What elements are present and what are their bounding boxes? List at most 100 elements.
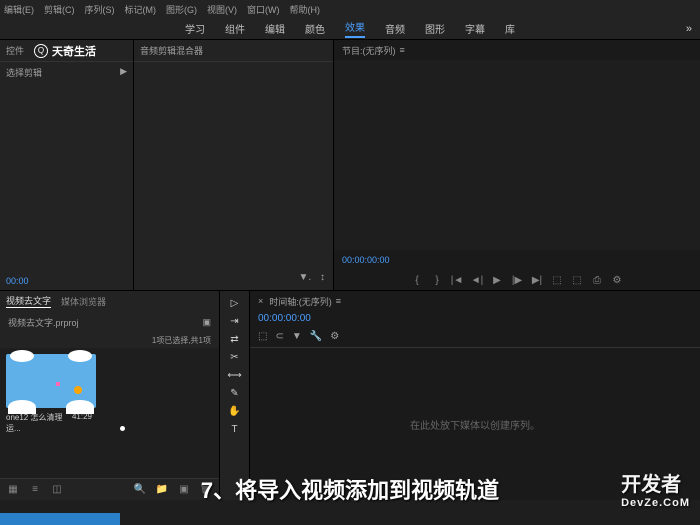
menu-edit[interactable]: 编辑(E) xyxy=(4,3,34,16)
type-tool-icon[interactable]: T xyxy=(225,421,245,437)
menu-graphics[interactable]: 图形(G) xyxy=(166,3,197,16)
tutorial-caption: 7、将导入视频添加到视频轨道 xyxy=(201,473,499,505)
step-back-icon[interactable]: ◄| xyxy=(470,273,484,287)
workspace-color[interactable]: 颜色 xyxy=(305,21,325,36)
marker-icon[interactable]: ▼ xyxy=(292,331,302,342)
lift-icon[interactable]: ⬚ xyxy=(550,273,564,287)
track-select-tool-icon[interactable]: ⇥ xyxy=(225,313,245,329)
transport-controls: { } |◄ ◄| ▶ |▶ ▶| ⬚ ⬚ ⎙ ⚙ xyxy=(334,270,700,290)
step-forward-icon[interactable]: |▶ xyxy=(510,273,524,287)
main-upper-area: 控件 Q 天奇生活 选择剪辑 ▶ 00:00 音频剪辑混合器 ▼. ↕ 节目:(… xyxy=(0,40,700,290)
timeline-placeholder-text: 在此处放下媒体以创建序列。 xyxy=(410,417,540,432)
ripple-tool-icon[interactable]: ⇄ xyxy=(225,331,245,347)
project-filename: 视频去文字.prproj xyxy=(8,316,79,329)
icon-view-icon[interactable]: ▦ xyxy=(6,483,20,497)
folder-icon[interactable]: ▣ xyxy=(202,317,211,328)
effect-controls-header: 控件 Q 天奇生活 xyxy=(0,40,133,62)
freeform-view-icon[interactable]: ◫ xyxy=(50,483,64,497)
workspace-assembly[interactable]: 组件 xyxy=(225,21,245,36)
workspace-effects[interactable]: 效果 xyxy=(345,19,365,38)
linked-selection-icon[interactable]: ⊂ xyxy=(275,331,283,342)
brand-logo: Q 天奇生活 xyxy=(30,41,100,61)
export-frame-icon[interactable]: ⎙ xyxy=(590,273,604,287)
menu-window[interactable]: 窗口(W) xyxy=(247,3,280,16)
search-icon[interactable]: 🔍 xyxy=(133,483,147,497)
workspace-editing[interactable]: 编辑 xyxy=(265,21,285,36)
mark-out-icon[interactable]: } xyxy=(430,273,444,287)
audio-mixer-header[interactable]: 音频剪辑混合器 xyxy=(134,40,333,62)
no-clip-text: 选择剪辑 xyxy=(6,66,42,79)
play-icon[interactable]: ▶ xyxy=(490,273,504,287)
project-footer-icons: ▦ ≡ ◫ 🔍 📁 ▣ 🗑 xyxy=(0,478,219,500)
menu-view[interactable]: 视图(V) xyxy=(207,3,237,16)
menu-help[interactable]: 帮助(H) xyxy=(290,3,321,16)
timeline-menu-icon[interactable]: ≡ xyxy=(336,296,341,306)
menu-clip[interactable]: 剪辑(C) xyxy=(44,3,75,16)
sort-icon[interactable]: ↕ xyxy=(320,272,325,283)
no-clip-row: 选择剪辑 ▶ xyxy=(0,62,133,83)
selection-info: 1项已选择,共1项 xyxy=(0,333,219,348)
project-tabs: 视频去文字 媒体浏览器 xyxy=(0,291,219,311)
program-timecode: 00:00:00:00 xyxy=(342,255,390,265)
clip-name: one12 怎么清理运... xyxy=(6,412,72,434)
menu-sequence[interactable]: 序列(S) xyxy=(85,3,115,16)
play-icon[interactable]: ▶ xyxy=(120,66,127,79)
hand-tool-icon[interactable]: ✋ xyxy=(225,403,245,419)
workspace-bar: 学习 组件 编辑 颜色 效果 音频 图形 字幕 库 » xyxy=(0,18,700,40)
project-bin[interactable]: one12 怎么清理运... 41:29 xyxy=(0,348,219,478)
main-lower-area: 视频去文字 媒体浏览器 视频去文字.prproj ▣ 1项已选择,共1项 one… xyxy=(0,290,700,500)
go-to-out-icon[interactable]: ▶| xyxy=(530,273,544,287)
filter-icon[interactable]: ▼. xyxy=(299,272,312,283)
settings-icon[interactable]: ⚙ xyxy=(610,273,624,287)
selection-tool-icon[interactable]: ▷ xyxy=(225,295,245,311)
effect-controls-panel: 控件 Q 天奇生活 选择剪辑 ▶ 00:00 xyxy=(0,40,134,290)
project-tab-media-browser[interactable]: 媒体浏览器 xyxy=(61,295,106,308)
extract-icon[interactable]: ⬚ xyxy=(570,273,584,287)
program-timecode-bar: 00:00:00:00 xyxy=(334,250,700,270)
project-info-bar: 视频去文字.prproj ▣ xyxy=(0,311,219,333)
timeline-header: × 时间轴:(无序列) ≡ xyxy=(250,291,700,311)
go-to-in-icon[interactable]: |◄ xyxy=(450,273,464,287)
razor-tool-icon[interactable]: ✂ xyxy=(225,349,245,365)
workspace-captions[interactable]: 字幕 xyxy=(465,21,485,36)
timeline-timecode[interactable]: 00:00:00:00 xyxy=(250,311,700,326)
list-view-icon[interactable]: ≡ xyxy=(28,483,42,497)
snap-icon[interactable]: ⬚ xyxy=(258,331,267,342)
windows-taskbar[interactable] xyxy=(0,513,120,525)
watermark: 开发者 DevZe.CoM xyxy=(621,468,690,509)
brand-logo-text: 天奇生活 xyxy=(52,43,96,59)
new-bin-icon[interactable]: 📁 xyxy=(155,483,169,497)
panel-menu-icon[interactable]: ≡ xyxy=(400,45,405,55)
brand-logo-icon: Q xyxy=(34,44,48,58)
clip-thumbnail[interactable] xyxy=(6,354,96,408)
pen-tool-icon[interactable]: ✎ xyxy=(225,385,245,401)
timeline-title: 时间轴:(无序列) xyxy=(269,295,332,308)
workspace-library[interactable]: 库 xyxy=(505,21,515,36)
workspace-audio[interactable]: 音频 xyxy=(385,21,405,36)
program-title: 节目:(无序列) xyxy=(342,44,396,57)
clip-item[interactable]: one12 怎么清理运... 41:29 xyxy=(4,354,215,436)
controls-tab[interactable]: 控件 xyxy=(6,44,24,57)
settings-icon[interactable]: ⚙ xyxy=(330,331,339,342)
audio-mixer-panel: 音频剪辑混合器 ▼. ↕ xyxy=(134,40,334,290)
timeline-controls: ⬚ ⊂ ▼ 🔧 ⚙ xyxy=(250,326,700,348)
wrench-icon[interactable]: 🔧 xyxy=(310,331,322,342)
top-menu-bar: 编辑(E) 剪辑(C) 序列(S) 标记(M) 图形(G) 视图(V) 窗口(W… xyxy=(0,0,700,18)
mark-in-icon[interactable]: { xyxy=(410,273,424,287)
watermark-sub: DevZe.CoM xyxy=(621,497,690,509)
timeline-add-icon[interactable]: × xyxy=(258,296,263,306)
workspace-graphics[interactable]: 图形 xyxy=(425,21,445,36)
program-monitor-panel: 节目:(无序列) ≡ 00:00:00:00 { } |◄ ◄| ▶ |▶ ▶|… xyxy=(334,40,700,290)
clip-duration: 41:29 xyxy=(72,412,92,434)
project-panel: 视频去文字 媒体浏览器 视频去文字.prproj ▣ 1项已选择,共1项 one… xyxy=(0,291,220,500)
workspace-learn[interactable]: 学习 xyxy=(185,21,205,36)
menu-markers[interactable]: 标记(M) xyxy=(125,3,157,16)
new-item-icon[interactable]: ▣ xyxy=(177,483,191,497)
project-tab-main[interactable]: 视频去文字 xyxy=(6,294,51,308)
tools-panel: ▷ ⇥ ⇄ ✂ ⟷ ✎ ✋ T xyxy=(220,291,250,500)
workspace-overflow-icon[interactable]: » xyxy=(686,23,692,35)
program-monitor-viewport[interactable] xyxy=(334,60,700,250)
watermark-main: 开发者 xyxy=(621,468,690,497)
program-monitor-header: 节目:(无序列) ≡ xyxy=(334,40,700,60)
slip-tool-icon[interactable]: ⟷ xyxy=(225,367,245,383)
